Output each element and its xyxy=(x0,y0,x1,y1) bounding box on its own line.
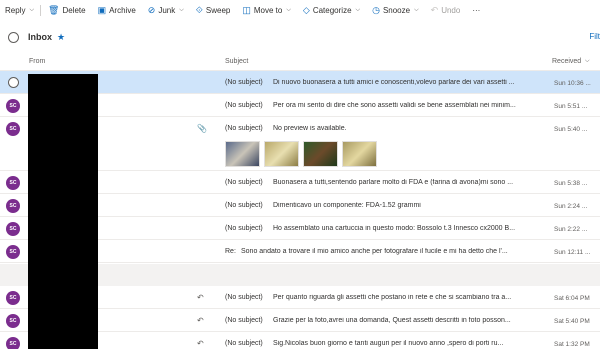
junk-label: Junk xyxy=(158,5,176,15)
message-subject: (No subject) xyxy=(225,340,263,347)
undo-label: Undo xyxy=(441,5,461,15)
select-all-checkbox[interactable] xyxy=(8,31,19,43)
avatar: SC xyxy=(6,291,20,305)
snooze-label: Snooze xyxy=(382,5,411,15)
image-attachment-thumbnail[interactable] xyxy=(264,141,299,167)
message-preview: Buonasera a tutti,sentendo parlare molto… xyxy=(273,179,514,186)
message-subject: (No subject) xyxy=(225,317,263,324)
message-preview: Grazie per la foto,avrei una domanda, Qu… xyxy=(273,317,511,324)
divider xyxy=(40,4,42,16)
message-preview: Di nuovo buonasera a tutti amici e conos… xyxy=(273,79,515,86)
message-received: Sat 1:32 PM xyxy=(554,341,590,348)
paperclip-icon: 📎 xyxy=(197,124,207,133)
star-icon[interactable]: ★ xyxy=(57,32,65,43)
chevron-down-icon: ⌵ xyxy=(179,6,184,13)
avatar: SC xyxy=(6,337,20,349)
archive-label: Archive xyxy=(109,5,136,15)
message-subject: Re: xyxy=(225,248,236,255)
column-received[interactable]: Received xyxy=(552,58,581,65)
message-subject: (No subject) xyxy=(225,102,263,109)
categorize-button[interactable]: ◇ Categorize ⌵ xyxy=(298,0,367,20)
avatar: SC xyxy=(6,176,20,190)
replied-icon: ↶ xyxy=(197,339,204,348)
archive-icon: ▣ xyxy=(97,4,107,15)
message-preview: Ho assemblato una cartuccia in questo mo… xyxy=(273,225,516,232)
more-actions-button[interactable]: ··· xyxy=(467,0,487,20)
folder-title: Inbox xyxy=(28,32,52,42)
archive-button[interactable]: ▣ Archive xyxy=(93,0,143,20)
avatar: SC xyxy=(6,314,20,328)
command-toolbar: Reply ⌵ 🗑 Delete ▣ Archive ⊘ Junk ⌵ ⟐ Sw… xyxy=(0,0,600,20)
undo-icon: ↶ xyxy=(430,4,439,15)
delete-button[interactable]: 🗑 Delete xyxy=(43,0,93,20)
image-attachment-thumbnail[interactable] xyxy=(342,141,377,167)
message-subject: (No subject) xyxy=(225,225,263,232)
image-attachment-thumbnail[interactable] xyxy=(225,141,260,167)
replied-icon: ↶ xyxy=(197,316,204,325)
filter-button[interactable]: Filt xyxy=(589,32,600,41)
chevron-down-icon: ⌵ xyxy=(414,6,419,13)
message-preview: Dimenticavo un componente: FDA-1.52 gram… xyxy=(273,202,421,209)
message-subject: (No subject) xyxy=(225,125,263,132)
message-preview: Sono andato a trovare il mio amico anche… xyxy=(241,248,508,255)
sweep-label: Sweep xyxy=(205,5,231,15)
message-subject: (No subject) xyxy=(225,202,263,209)
delete-label: Delete xyxy=(62,5,86,15)
message-received: Sun 5:51 ... xyxy=(554,103,588,110)
sweep-button[interactable]: ⟐ Sweep xyxy=(191,0,238,20)
message-received: Sun 5:38 ... xyxy=(554,180,588,187)
message-received: Sun 2:24 ... xyxy=(554,203,588,210)
image-attachment-thumbnail[interactable] xyxy=(303,141,338,167)
broom-icon: ⟐ xyxy=(195,4,203,15)
reply-button[interactable]: Reply xyxy=(4,0,27,20)
snooze-button[interactable]: ◷ Snooze ⌵ xyxy=(367,0,426,20)
undo-button[interactable]: ↶ Undo xyxy=(426,0,468,20)
avatar: SC xyxy=(6,99,20,113)
folder-move-icon: ◫ xyxy=(242,4,251,15)
message-preview: No preview is available. xyxy=(273,125,347,132)
more-icon: ··· xyxy=(472,5,481,15)
chevron-down-icon: ⌵ xyxy=(29,6,35,13)
categorize-label: Categorize xyxy=(312,5,352,15)
folder-header: Inbox ★ Filt xyxy=(0,20,600,54)
attachment-thumbnails xyxy=(225,141,377,167)
move-to-button[interactable]: ◫ Move to ⌵ xyxy=(237,0,298,20)
column-header-row: From Subject Received ⌵ xyxy=(0,54,600,71)
message-subject: (No subject) xyxy=(225,79,263,86)
message-received: Sun 2:22 ... xyxy=(554,226,588,233)
block-icon: ⊘ xyxy=(147,4,156,15)
move-to-label: Move to xyxy=(253,5,283,15)
message-preview: Per quanto riguarda gli assetti che post… xyxy=(273,294,512,301)
message-preview: Per ora mi sento di dire che sono assett… xyxy=(273,102,516,109)
junk-button[interactable]: ⊘ Junk ⌵ xyxy=(143,0,191,20)
column-from[interactable]: From xyxy=(29,58,45,65)
avatar: SC xyxy=(6,122,20,136)
column-subject[interactable]: Subject xyxy=(225,58,248,65)
message-received: Sun 5:40 ... xyxy=(554,126,588,133)
chevron-down-icon: ⌵ xyxy=(286,6,291,13)
message-received: Sun 10:36 ... xyxy=(554,80,591,87)
avatar: SC xyxy=(6,222,20,236)
message-received: Sat 5:40 PM xyxy=(554,318,590,325)
message-subject: (No subject) xyxy=(225,179,263,186)
clock-icon: ◷ xyxy=(372,4,380,15)
reply-dropdown[interactable]: ⌵ xyxy=(27,0,38,20)
message-received: Sat 6:04 PM xyxy=(554,295,590,302)
message-subject: (No subject) xyxy=(225,294,263,301)
chevron-down-icon: ⌵ xyxy=(355,6,361,13)
tag-icon: ◇ xyxy=(302,4,310,15)
message-preview: Sig.Nicolas buon giorno e tanti auguri p… xyxy=(273,340,504,347)
trash-icon: 🗑 xyxy=(48,4,60,15)
message-received: Sun 12:11 ... xyxy=(554,249,591,256)
avatar: SC xyxy=(6,199,20,213)
reply-label: Reply xyxy=(5,5,26,15)
replied-icon: ↶ xyxy=(197,293,204,302)
chevron-down-icon: ⌵ xyxy=(585,58,590,64)
redacted-sender-column xyxy=(28,74,98,349)
avatar: SC xyxy=(6,245,20,259)
select-radio[interactable] xyxy=(8,77,19,88)
